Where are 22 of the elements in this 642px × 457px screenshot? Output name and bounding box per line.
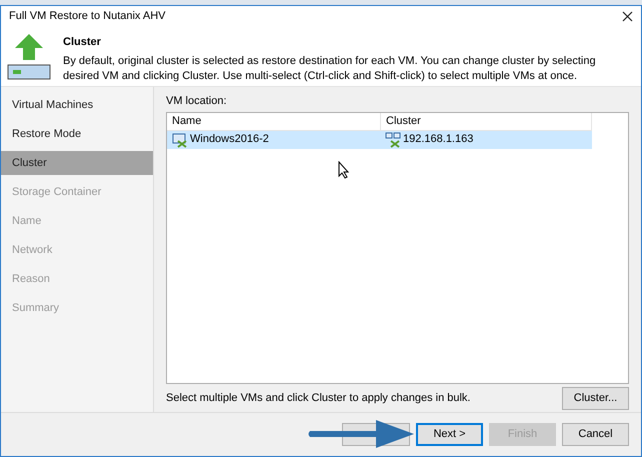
page-description: By default, original cluster is selected as restore destination for each VM. You can change cluster by selecting desired VM and clicking Cluster. Use multi-select (Ctrl-click and Shift-click) to select multiple VMs at once.: [63, 54, 597, 84]
table-cell-text: 192.168.1.163: [403, 132, 474, 148]
column-header[interactable]: Cluster: [381, 112, 592, 130]
step-item[interactable]: Cluster: [1, 151, 153, 175]
cluster-button[interactable]: Cluster...: [562, 386, 629, 410]
pointer-arrow-icon: [306, 418, 416, 450]
wizard-button[interactable]: Next >: [416, 423, 483, 446]
page-title: Cluster: [63, 35, 102, 50]
vm-row[interactable]: Windows2016-2 192.168.1.163: [167, 130, 592, 148]
step-item[interactable]: Virtual Machines: [1, 93, 153, 117]
column-header[interactable]: Name: [167, 112, 381, 130]
step-item[interactable]: Restore Mode: [1, 122, 153, 146]
cluster-icon: [385, 132, 401, 148]
close-icon[interactable]: [622, 10, 633, 22]
wizard-button[interactable]: Cancel: [562, 423, 629, 446]
window-title: Full VM Restore to Nutanix AHV: [9, 8, 166, 24]
vm-icon: [172, 132, 188, 148]
hint-text: Select multiple VMs and click Cluster to apply changes in bulk.: [166, 390, 470, 406]
mouse-cursor-icon: [338, 161, 350, 179]
table-cell-text: Windows2016-2: [190, 132, 269, 148]
restore-icon: [7, 32, 51, 80]
vm-location-label: VM location:: [166, 94, 228, 109]
